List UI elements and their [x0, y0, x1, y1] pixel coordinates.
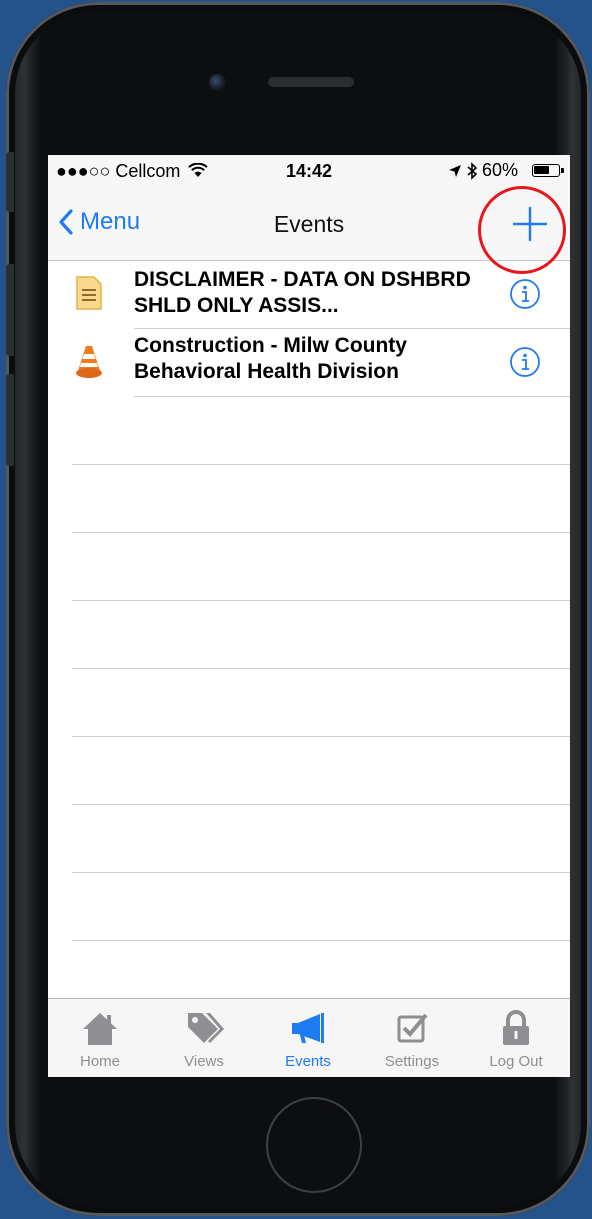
info-icon[interactable]: [509, 278, 541, 310]
tab-settings[interactable]: Settings: [360, 999, 464, 1077]
tab-home[interactable]: Home: [48, 999, 152, 1077]
tab-label: Settings: [384, 1053, 440, 1070]
carrier-label: ●●●○○ Cellcom: [56, 161, 181, 181]
volume-up-button: [6, 264, 14, 356]
volume-down-button: [6, 374, 14, 466]
wifi-icon: [188, 162, 209, 177]
megaphone-icon: [292, 1013, 324, 1043]
info-icon[interactable]: [509, 346, 541, 378]
battery-icon: [532, 164, 564, 177]
traffic-cone-icon: [76, 346, 102, 378]
tab-events[interactable]: Events: [256, 999, 360, 1077]
bluetooth-icon: [467, 161, 478, 180]
battery-percent: 60%: [482, 160, 519, 180]
tab-log-out[interactable]: Log Out: [464, 999, 568, 1077]
navigation-bar: Menu Events: [48, 186, 570, 274]
event-title: Construction - Milw County Behavioral He…: [134, 334, 407, 383]
checkbox-icon: [397, 1013, 428, 1043]
empty-row: [48, 533, 570, 601]
tab-label: Log Out: [489, 1053, 543, 1070]
earpiece-speaker: [268, 77, 354, 87]
lock-icon: [503, 1010, 529, 1045]
mute-switch: [6, 152, 14, 212]
tags-icon: [188, 1013, 224, 1043]
carrier-signal: ●●●○○ Cellcom: [56, 161, 209, 182]
tab-label: Events: [285, 1053, 331, 1070]
empty-row: [48, 465, 570, 533]
clock: 14:42: [286, 161, 333, 181]
empty-row: [48, 737, 570, 805]
document-icon: [76, 276, 102, 310]
events-list: DISCLAIMER - DATA ON DSHBRD SHLD ONLY AS…: [48, 261, 570, 941]
app-screen: ●●●○○ Cellcom 14:42 60% Menu Events DISC…: [48, 155, 570, 1077]
tab-views[interactable]: Views: [152, 999, 256, 1077]
tab-label: Views: [184, 1053, 224, 1070]
empty-row: [48, 873, 570, 941]
plus-icon: [512, 206, 548, 242]
empty-row: [48, 397, 570, 465]
event-row[interactable]: DISCLAIMER - DATA ON DSHBRD SHLD ONLY AS…: [48, 261, 570, 329]
home-icon: [83, 1013, 117, 1045]
empty-row: [48, 601, 570, 669]
empty-row: [48, 669, 570, 737]
empty-row: [48, 805, 570, 873]
event-title: DISCLAIMER - DATA ON DSHBRD SHLD ONLY AS…: [134, 268, 471, 317]
location-arrow-icon: [449, 164, 461, 177]
front-camera: [209, 74, 226, 91]
row-separator: [72, 940, 570, 941]
home-button[interactable]: [266, 1097, 362, 1193]
tab-bar: Home Views Events Settings Log Out: [48, 998, 570, 1077]
tab-label: Home: [79, 1053, 120, 1070]
status-bar: ●●●○○ Cellcom 14:42 60%: [48, 155, 570, 188]
add-event-button[interactable]: [500, 194, 560, 254]
status-right: 60%: [448, 160, 518, 181]
event-row[interactable]: Construction - Milw County Behavioral He…: [48, 329, 570, 397]
